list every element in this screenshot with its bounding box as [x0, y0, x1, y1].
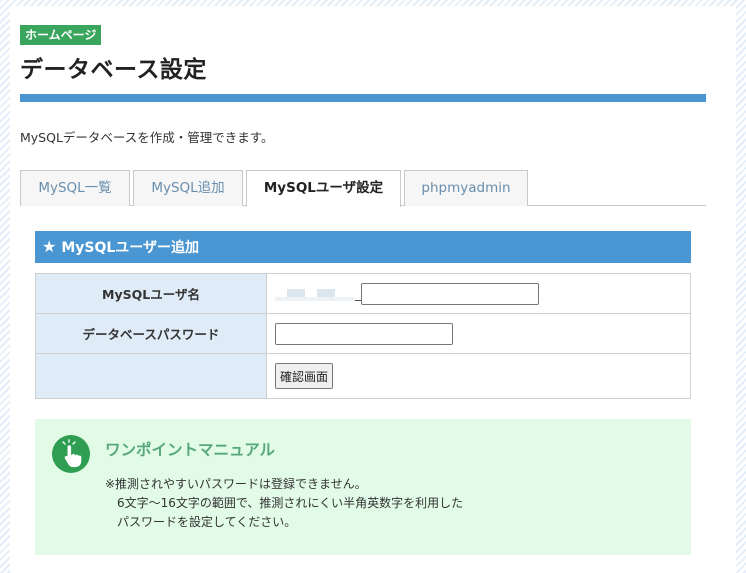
title-underline: [20, 94, 706, 102]
confirm-button[interactable]: 確認画面: [275, 363, 334, 389]
tip-body: ※推測されやすいパスワードは登録できません。 6文字～16文字の範囲で、推測され…: [105, 475, 463, 532]
form-row-submit: 確認画面: [35, 353, 691, 399]
user-add-form: MySQLユーザ名 _ データベースパスワード 確認画面: [35, 273, 691, 399]
password-input[interactable]: [275, 322, 453, 345]
password-cell: [266, 313, 691, 354]
section-title: MySQLユーザー追加: [61, 240, 200, 256]
one-point-manual: ワンポイントマニュアル ※推測されやすいパスワードは登録できません。 6文字～1…: [35, 419, 691, 555]
username-cell: _: [266, 273, 691, 314]
tip-line: ※推測されやすいパスワードは登録できません。: [105, 477, 367, 491]
tip-line: 6文字～16文字の範囲で、推測されにくい半角英数字を利用した: [105, 496, 464, 510]
tab-mysql-user-settings[interactable]: MySQLユーザ設定: [246, 170, 401, 207]
submit-cell: 確認画面: [266, 353, 691, 399]
page-description: MySQLデータベースを作成・管理できます。: [20, 130, 274, 145]
hand-pointer-icon: [52, 435, 90, 473]
star-icon: ★: [42, 237, 57, 256]
tab-phpmyadmin[interactable]: phpmyadmin: [404, 170, 528, 206]
tab-bar: MySQL一覧 MySQL追加 MySQLユーザ設定 phpmyadmin: [20, 170, 706, 207]
tab-mysql-add[interactable]: MySQL追加: [133, 170, 243, 206]
username-prefix-redacted: [275, 285, 355, 303]
tip-line: パスワードを設定してください。: [105, 515, 297, 529]
section-header: ★ MySQLユーザー追加: [35, 231, 691, 263]
form-row-username: MySQLユーザ名 _: [35, 273, 691, 314]
page-title: データベース設定: [20, 57, 207, 83]
password-label: データベースパスワード: [35, 313, 267, 354]
form-row-password: データベースパスワード: [35, 313, 691, 354]
submit-label-cell: [35, 353, 267, 399]
tab-mysql-list[interactable]: MySQL一覧: [20, 170, 130, 206]
category-badge: ホームページ: [20, 25, 102, 45]
username-label: MySQLユーザ名: [35, 273, 267, 314]
username-input[interactable]: [361, 282, 539, 305]
tip-title: ワンポイントマニュアル: [105, 441, 276, 459]
